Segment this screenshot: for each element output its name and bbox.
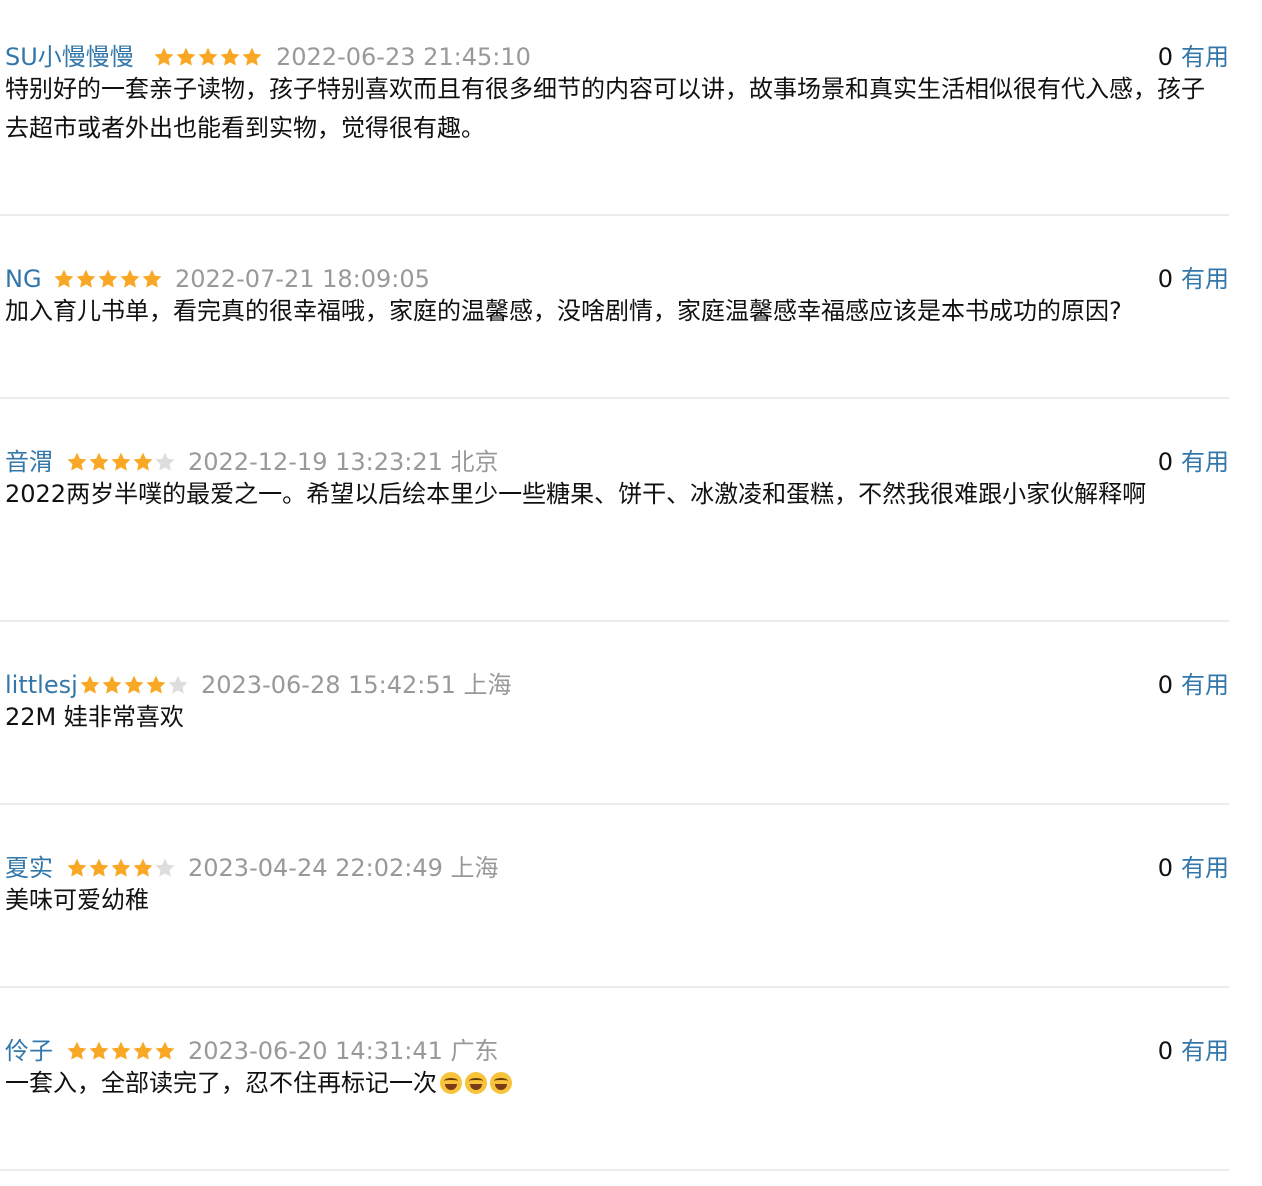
star-filled-icon [53, 268, 75, 290]
useful-vote-button[interactable]: 有用 [1181, 265, 1229, 293]
useful-vote-button[interactable]: 有用 [1181, 43, 1229, 71]
comment-text: 2022两岁半噗的最爱之一。希望以后绘本里少一些糖果、饼干、冰激凌和蛋糕，不然我… [5, 480, 1147, 508]
comment-content: 一套入，全部读完了，忍不住再标记一次 [5, 1064, 1223, 1103]
star-filled-icon [110, 857, 132, 879]
star-filled-icon [197, 46, 219, 68]
vote-count: 0 [1157, 265, 1173, 293]
comment-text: 加入育儿书单，看完真的很幸福哦，家庭的温馨感，没啥剧情，家庭温馨感幸福感应该是本… [5, 297, 1122, 325]
comment-item: NG 2022-07-21 18:09:05 0 有用 加入育儿书单，看完真的很幸福哦，… [0, 259, 1229, 325]
vote-count: 0 [1157, 1037, 1173, 1065]
star-filled-icon [101, 674, 123, 696]
star-empty-icon [167, 674, 189, 696]
star-filled-icon [88, 857, 110, 879]
star-filled-icon [110, 1040, 132, 1062]
divider [0, 803, 1229, 805]
rating-stars [153, 46, 263, 68]
laughing-crying-emoji [465, 1072, 487, 1094]
comment-text: 22M 娃非常喜欢 [5, 703, 184, 731]
star-filled-icon [119, 268, 141, 290]
star-empty-icon [154, 451, 176, 473]
comment-text: 特别好的一套亲子读物，孩子特别喜欢而且有很多细节的内容可以讲，故事场景和真实生活… [5, 75, 1205, 142]
useful-vote-button[interactable]: 有用 [1181, 448, 1229, 476]
star-filled-icon [219, 46, 241, 68]
rating-stars [66, 451, 176, 473]
divider [0, 986, 1229, 988]
comment-content: 加入育儿书单，看完真的很幸福哦，家庭的温馨感，没啥剧情，家庭温馨感幸福感应该是本… [5, 292, 1223, 331]
laughing-crying-emoji [440, 1072, 462, 1094]
divider [0, 620, 1229, 622]
comment-location: 广东 [450, 1037, 499, 1065]
comment-item: 音渭 2022-12-19 13:23:21 北京 0 有用 2022两岁半噗的最爱之一… [0, 442, 1229, 508]
comment-text: 美味可爱幼稚 [5, 886, 149, 914]
comment-timestamp: 2023-04-24 22:02:49 [188, 854, 443, 882]
rating-stars [53, 268, 163, 290]
useful-vote-button[interactable]: 有用 [1181, 1037, 1229, 1065]
comment-item: littlesj 2023-06-28 15:42:51 上海 0 有用 22M 娃非常… [0, 665, 1229, 731]
useful-vote-button[interactable]: 有用 [1181, 854, 1229, 882]
star-filled-icon [88, 1040, 110, 1062]
star-filled-icon [241, 46, 263, 68]
useful-vote-button[interactable]: 有用 [1181, 671, 1229, 699]
comment-content: 特别好的一套亲子读物，孩子特别喜欢而且有很多细节的内容可以讲，故事场景和真实生活… [5, 70, 1223, 148]
comment-timestamp: 2023-06-20 14:31:41 [188, 1037, 443, 1065]
vote-count: 0 [1157, 671, 1173, 699]
star-filled-icon [66, 857, 88, 879]
comment-timestamp: 2022-12-19 13:23:21 [188, 448, 443, 476]
comment-timestamp: 2022-06-23 21:45:10 [276, 43, 531, 71]
star-filled-icon [66, 1040, 88, 1062]
vote-count: 0 [1157, 448, 1173, 476]
star-filled-icon [88, 451, 110, 473]
star-empty-icon [154, 857, 176, 879]
divider [0, 1169, 1229, 1171]
star-filled-icon [132, 1040, 154, 1062]
comment-content: 美味可爱幼稚 [5, 881, 1223, 920]
star-filled-icon [97, 268, 119, 290]
star-filled-icon [175, 46, 197, 68]
laughing-crying-emoji [490, 1072, 512, 1094]
star-filled-icon [132, 451, 154, 473]
star-filled-icon [110, 451, 132, 473]
star-filled-icon [141, 268, 163, 290]
comment-timestamp: 2023-06-28 15:42:51 [201, 671, 456, 699]
vote-count: 0 [1157, 43, 1173, 71]
comment-location: 上海 [450, 854, 499, 882]
rating-stars [66, 857, 176, 879]
comment-content: 2022两岁半噗的最爱之一。希望以后绘本里少一些糖果、饼干、冰激凌和蛋糕，不然我… [5, 475, 1223, 514]
star-filled-icon [66, 451, 88, 473]
rating-stars [66, 1040, 176, 1062]
star-filled-icon [153, 46, 175, 68]
star-filled-icon [145, 674, 167, 696]
star-filled-icon [79, 674, 101, 696]
comment-content: 22M 娃非常喜欢 [5, 698, 1223, 737]
star-filled-icon [132, 857, 154, 879]
comment-item: 伶子 2023-06-20 14:31:41 广东 0 有用 一套入，全部读完了，忍不住… [0, 1031, 1229, 1097]
vote-count: 0 [1157, 854, 1173, 882]
comment-text: 一套入，全部读完了，忍不住再标记一次 [5, 1069, 437, 1097]
comment-location: 北京 [450, 448, 499, 476]
star-filled-icon [123, 674, 145, 696]
star-filled-icon [154, 1040, 176, 1062]
comment-item: 夏实 2023-04-24 22:02:49 上海 0 有用 美味可爱幼稚 [0, 848, 1229, 914]
divider [0, 214, 1229, 216]
comment-timestamp: 2022-07-21 18:09:05 [175, 265, 430, 293]
divider [0, 397, 1229, 399]
rating-stars [79, 674, 189, 696]
comment-location: 上海 [463, 671, 512, 699]
comment-item: SU小慢慢慢 2022-06-23 21:45:10 0 有用 特别好的一套亲子读物，孩… [0, 37, 1229, 142]
star-filled-icon [75, 268, 97, 290]
